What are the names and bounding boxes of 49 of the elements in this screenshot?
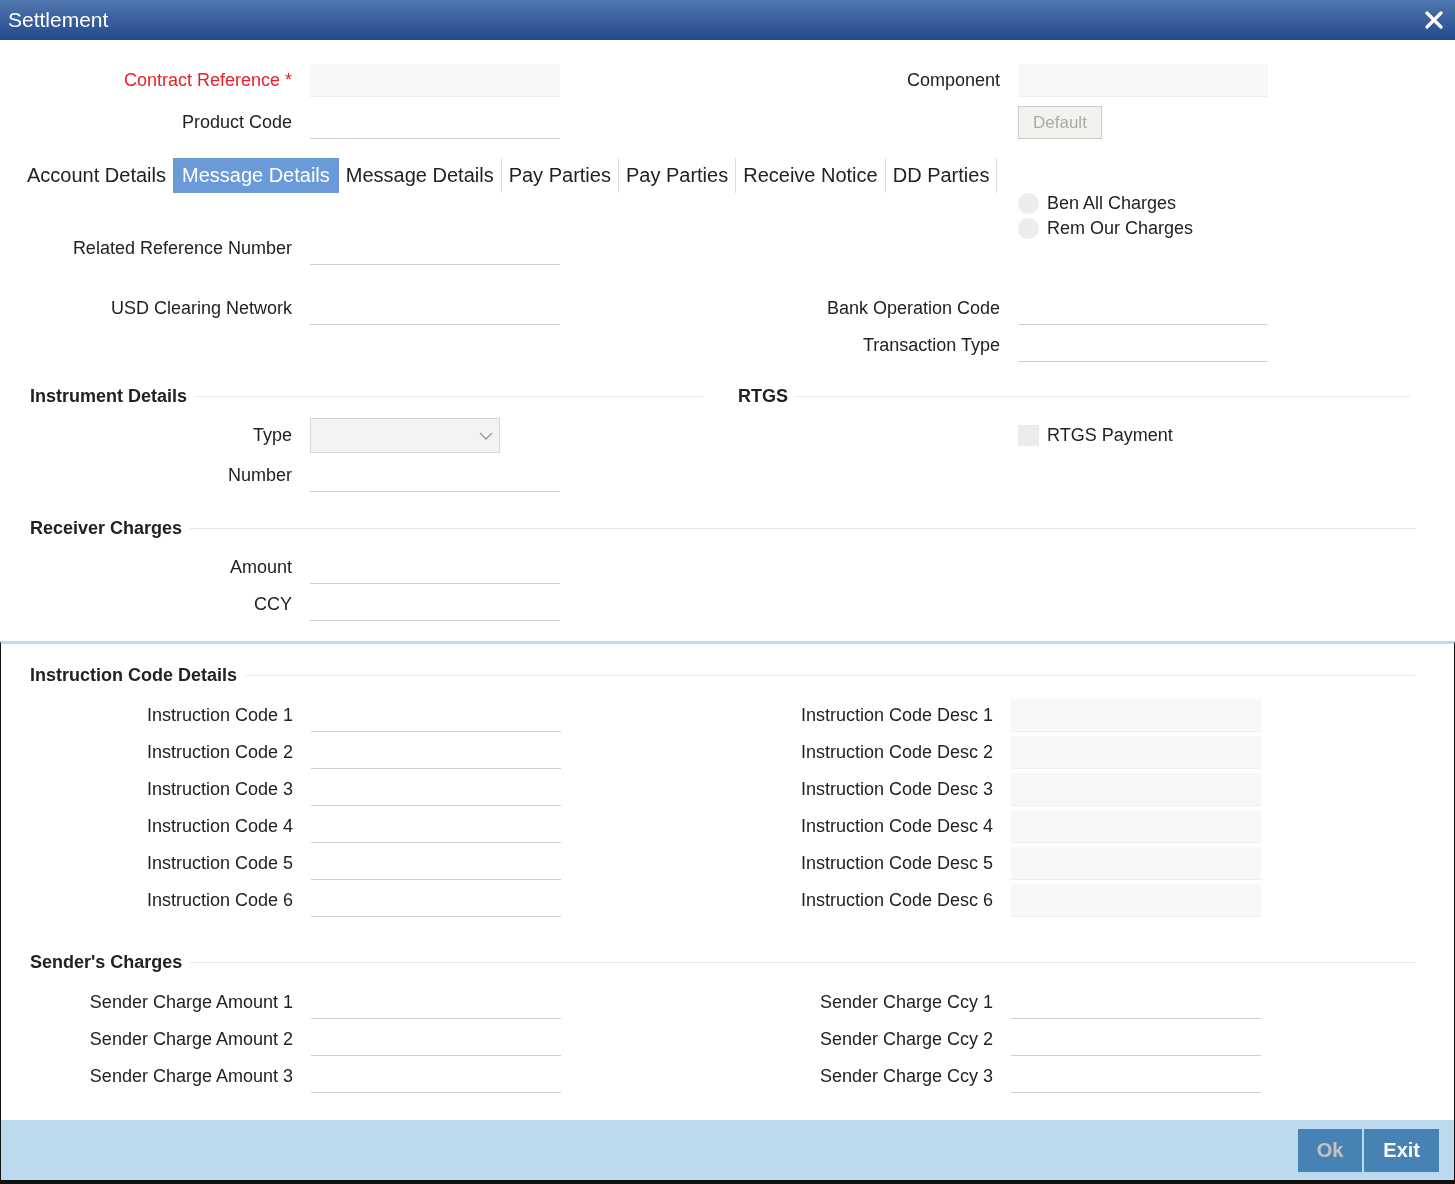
field-label: Sender Charge Amount 1: [89, 992, 293, 1012]
field-label: Instruction Code Desc 1: [800, 705, 993, 725]
section-heading: Receiver Charges: [30, 517, 183, 539]
section-heading: RTGS: [738, 385, 788, 407]
radio-label: Rem Our Charges: [1047, 218, 1194, 239]
tab[interactable]: Account Details: [20, 158, 173, 193]
field-label: Number: [227, 465, 292, 485]
field-label: Instruction Code 2: [146, 742, 293, 762]
field-label: Instruction Code Desc 5: [800, 853, 993, 873]
field-label: Instruction Code Desc 3: [800, 779, 993, 799]
field-label: Amount: [229, 557, 292, 577]
tab[interactable]: Receive Notice: [736, 158, 886, 193]
close-icon[interactable]: [1425, 11, 1443, 29]
required-mark: *: [285, 70, 292, 90]
field-label: Instruction Code Desc 6: [800, 890, 993, 910]
field-label: Instruction Code 3: [146, 779, 293, 799]
field-label: Transaction Type: [862, 335, 1000, 355]
field-label: Sender Charge Ccy 3: [819, 1066, 993, 1086]
field-label: Instruction Code 6: [146, 890, 293, 910]
exit-button[interactable]: Exit: [1364, 1128, 1439, 1172]
field-label: Instruction Code 4: [146, 816, 293, 836]
field-label: Sender Charge Amount 3: [89, 1066, 293, 1086]
tab[interactable]: Message Details: [338, 158, 502, 193]
tab[interactable]: DD Parties: [885, 158, 998, 193]
radio-label: Ben All Charges: [1047, 193, 1177, 214]
window-title: Settlement: [8, 8, 109, 32]
dropdown-field[interactable]: [310, 418, 500, 453]
field-label: Instruction Code Desc 4: [800, 816, 993, 836]
field-label: CCY: [254, 594, 292, 614]
section-heading: Instrument Details: [30, 385, 188, 407]
tab[interactable]: Pay Parties: [618, 158, 737, 193]
field-label: Bank Operation Code: [826, 298, 1000, 318]
tab[interactable]: Pay Parties: [501, 158, 619, 193]
field-label: Component: [906, 70, 1000, 90]
field-label: Instruction Code 5: [146, 853, 293, 873]
field-label: Contract Reference: [123, 70, 280, 90]
field-label: Type: [252, 425, 292, 445]
field-label: Related Reference Number: [72, 238, 292, 258]
field-label: Sender Charge Ccy 2: [819, 1029, 993, 1049]
section-heading: Sender's Charges: [30, 951, 183, 973]
field-label: Sender Charge Amount 2: [89, 1029, 293, 1049]
field-label: Instruction Code 1: [146, 705, 293, 725]
field-label: Instruction Code Desc 2: [800, 742, 993, 762]
field-label: Product Code: [181, 112, 292, 132]
field-label: Sender Charge Ccy 1: [819, 992, 993, 1012]
field-label: USD Clearing Network: [110, 298, 292, 318]
section-heading: Instruction Code Details: [30, 664, 238, 686]
chevron-down-icon: [479, 431, 493, 440]
checkbox-label: RTGS Payment: [1047, 425, 1173, 446]
